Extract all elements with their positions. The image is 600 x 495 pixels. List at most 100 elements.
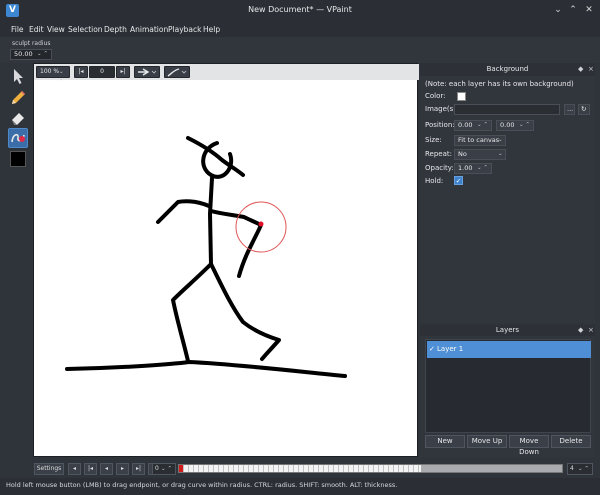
stick-figure-drawing[interactable] (65, 136, 347, 378)
canvas-viewport[interactable]: 100 % ⌄ ⌃ |◂ 0 ▸| (33, 63, 419, 458)
sculpt-curve-icon (11, 133, 25, 143)
select-tool-button[interactable] (8, 66, 28, 86)
delete-layer-button[interactable]: Delete (551, 435, 591, 448)
menu-depth[interactable]: Depth (104, 25, 127, 34)
layer-name: Layer 1 (437, 345, 464, 353)
cursor-arrow-icon (14, 69, 23, 84)
spin-arrows-icon[interactable]: ⌄ ⌃ (519, 121, 530, 130)
play-backward-icon[interactable]: ◂ (100, 463, 113, 475)
sculpt-radius-label: sculpt radius (12, 40, 51, 47)
torso-stroke[interactable] (208, 176, 214, 266)
float-panel-icon[interactable]: ◆ (578, 326, 583, 334)
size-combo[interactable]: Fit to canvas ⌄ (454, 135, 506, 146)
current-frame-value: 0 (155, 465, 159, 472)
menu-edit[interactable]: Edit (29, 25, 44, 34)
current-frame-marker[interactable] (179, 465, 183, 472)
step-forward-icon[interactable]: ▸| (132, 463, 145, 475)
opacity-label: Opacity: (425, 164, 454, 172)
status-bar: Hold left mouse button (LMB) to drag end… (0, 478, 600, 495)
layers-list: ✓ Layer 1 (425, 339, 591, 433)
left-leg-stroke[interactable] (171, 262, 213, 363)
maximize-icon[interactable]: ⌃ (567, 4, 579, 16)
drawing-canvas[interactable] (34, 64, 419, 458)
menu-playback[interactable]: Playback (168, 25, 201, 34)
paint-bucket-tool-button[interactable] (8, 108, 28, 128)
size-value: Fit to canvas (458, 136, 500, 144)
close-icon[interactable]: ✕ (583, 4, 595, 16)
chevron-down-icon[interactable]: ⌄ (552, 4, 564, 16)
menu-selection[interactable]: Selection (68, 25, 103, 34)
sketch-tool-button[interactable] (8, 88, 28, 108)
tool-options-bar: sculpt radius 50.00 ⌄ ⌃ (0, 37, 600, 63)
move-down-button[interactable]: Move Down (509, 435, 549, 456)
position-y-value: 0.00 (500, 121, 515, 129)
images-input[interactable] (454, 104, 560, 115)
repeat-label: Repeat: (425, 150, 452, 158)
menu-view[interactable]: View (47, 25, 65, 34)
new-layer-button[interactable]: New (425, 435, 465, 448)
frame-strip[interactable] (178, 464, 563, 473)
spin-arrows-icon[interactable]: ⌄ ⌃ (37, 50, 48, 59)
background-note: (Note: each layer has its own background… (425, 80, 574, 88)
visibility-check-icon[interactable]: ✓ (429, 341, 435, 358)
chevron-down-icon[interactable]: ⌄ (498, 150, 503, 159)
spin-arrows-icon[interactable]: ⌄ ⌃ (161, 464, 172, 474)
window-title: New Document* — VPaint (248, 5, 352, 14)
title-bar: V New Document* — VPaint ⌄ ⌃ ✕ (0, 0, 600, 22)
spin-arrows-icon[interactable]: ⌄ ⌃ (477, 164, 488, 173)
position-label: Position: (425, 121, 455, 129)
step-back-icon[interactable]: |◂ (84, 463, 97, 475)
vpaint-window: V New Document* — VPaint ⌄ ⌃ ✕ File Edit… (0, 0, 600, 495)
ground-stroke[interactable] (65, 360, 347, 378)
browse-images-button[interactable]: ... (564, 104, 575, 115)
background-panel-title: Background (420, 63, 595, 76)
timeline-settings-button[interactable]: Settings (34, 463, 64, 475)
menu-file[interactable]: File (11, 25, 24, 34)
layer-row[interactable]: ✓ Layer 1 (427, 341, 591, 358)
opacity-value: 1.00 (458, 164, 473, 172)
fps-spinbox[interactable]: 4 ⌄ ⌃ (567, 463, 593, 475)
close-panel-icon[interactable]: × (588, 326, 594, 334)
background-panel: Background ◆ × (Note: each layer has its… (420, 63, 595, 323)
menu-help[interactable]: Help (203, 25, 220, 34)
layers-panel: Layers ◆ × ✓ Layer 1 New Move Up Move Do… (420, 325, 595, 457)
play-icon[interactable]: ▸ (116, 463, 129, 475)
spin-arrows-icon[interactable]: ⌄ ⌃ (477, 121, 488, 130)
color-label: Color: (425, 92, 446, 100)
hold-label: Hold: (425, 177, 444, 185)
timeline-bar: Settings ◂ |◂ ◂ ▸ ▸| ▸ 0 ⌄ ⌃ 4 ⌄ ⌃ (0, 460, 600, 478)
repeat-combo[interactable]: No ⌄ (454, 149, 506, 160)
left-arm-stroke[interactable] (156, 199, 211, 224)
position-y-spinbox[interactable]: 0.00 ⌄ ⌃ (496, 120, 534, 131)
chevron-down-icon[interactable]: ⌄ (498, 136, 503, 145)
sculpt-radius-spinbox[interactable]: 50.00 ⌄ ⌃ (10, 49, 52, 60)
go-first-frame-icon[interactable]: ◂ (68, 463, 81, 475)
fps-value: 4 (570, 465, 574, 472)
hold-checkbox[interactable]: ✓ (454, 176, 463, 185)
current-color-swatch[interactable] (10, 151, 26, 167)
current-frame-spinbox[interactable]: 0 ⌄ ⌃ (152, 463, 176, 475)
menu-bar: File Edit View Selection Depth Animation… (0, 22, 600, 37)
right-arm-stroke[interactable] (209, 209, 263, 278)
spin-arrows-icon[interactable]: ⌄ ⌃ (578, 464, 589, 474)
head-stroke[interactable] (201, 141, 234, 179)
close-panel-icon[interactable]: × (588, 65, 594, 73)
frame-range-end (421, 465, 562, 472)
refresh-icon[interactable]: ↻ (578, 104, 590, 115)
sculpt-tool-button[interactable] (8, 128, 28, 148)
background-color-swatch[interactable] (457, 92, 466, 101)
right-leg-stroke[interactable] (209, 262, 281, 361)
eraser-icon (12, 113, 24, 125)
repeat-value: No (458, 150, 467, 158)
size-label: Size: (425, 136, 442, 144)
pencil-icon (12, 91, 25, 104)
menu-animation[interactable]: Animation (130, 25, 168, 34)
opacity-spinbox[interactable]: 1.00 ⌄ ⌃ (454, 163, 492, 174)
float-panel-icon[interactable]: ◆ (578, 65, 583, 73)
selected-endpoint[interactable] (258, 221, 264, 227)
move-up-button[interactable]: Move Up (467, 435, 507, 448)
layers-panel-title: Layers (420, 325, 595, 336)
position-x-spinbox[interactable]: 0.00 ⌄ ⌃ (454, 120, 492, 131)
status-message: Hold left mouse button (LMB) to drag end… (6, 481, 398, 489)
tool-bar (6, 63, 30, 463)
